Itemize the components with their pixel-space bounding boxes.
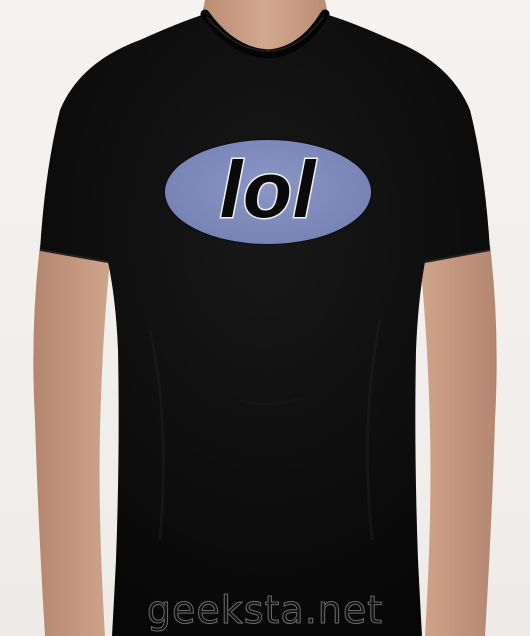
tshirt-model-illustration (33, 0, 497, 636)
product-photo: lol geeksta.net (0, 0, 530, 636)
shirt-body (40, 14, 490, 636)
shirt-print: lol (165, 140, 371, 244)
print-text: lol (218, 144, 317, 236)
left-arm (33, 245, 111, 636)
right-arm (420, 245, 497, 636)
watermark: geeksta.net (146, 588, 384, 633)
